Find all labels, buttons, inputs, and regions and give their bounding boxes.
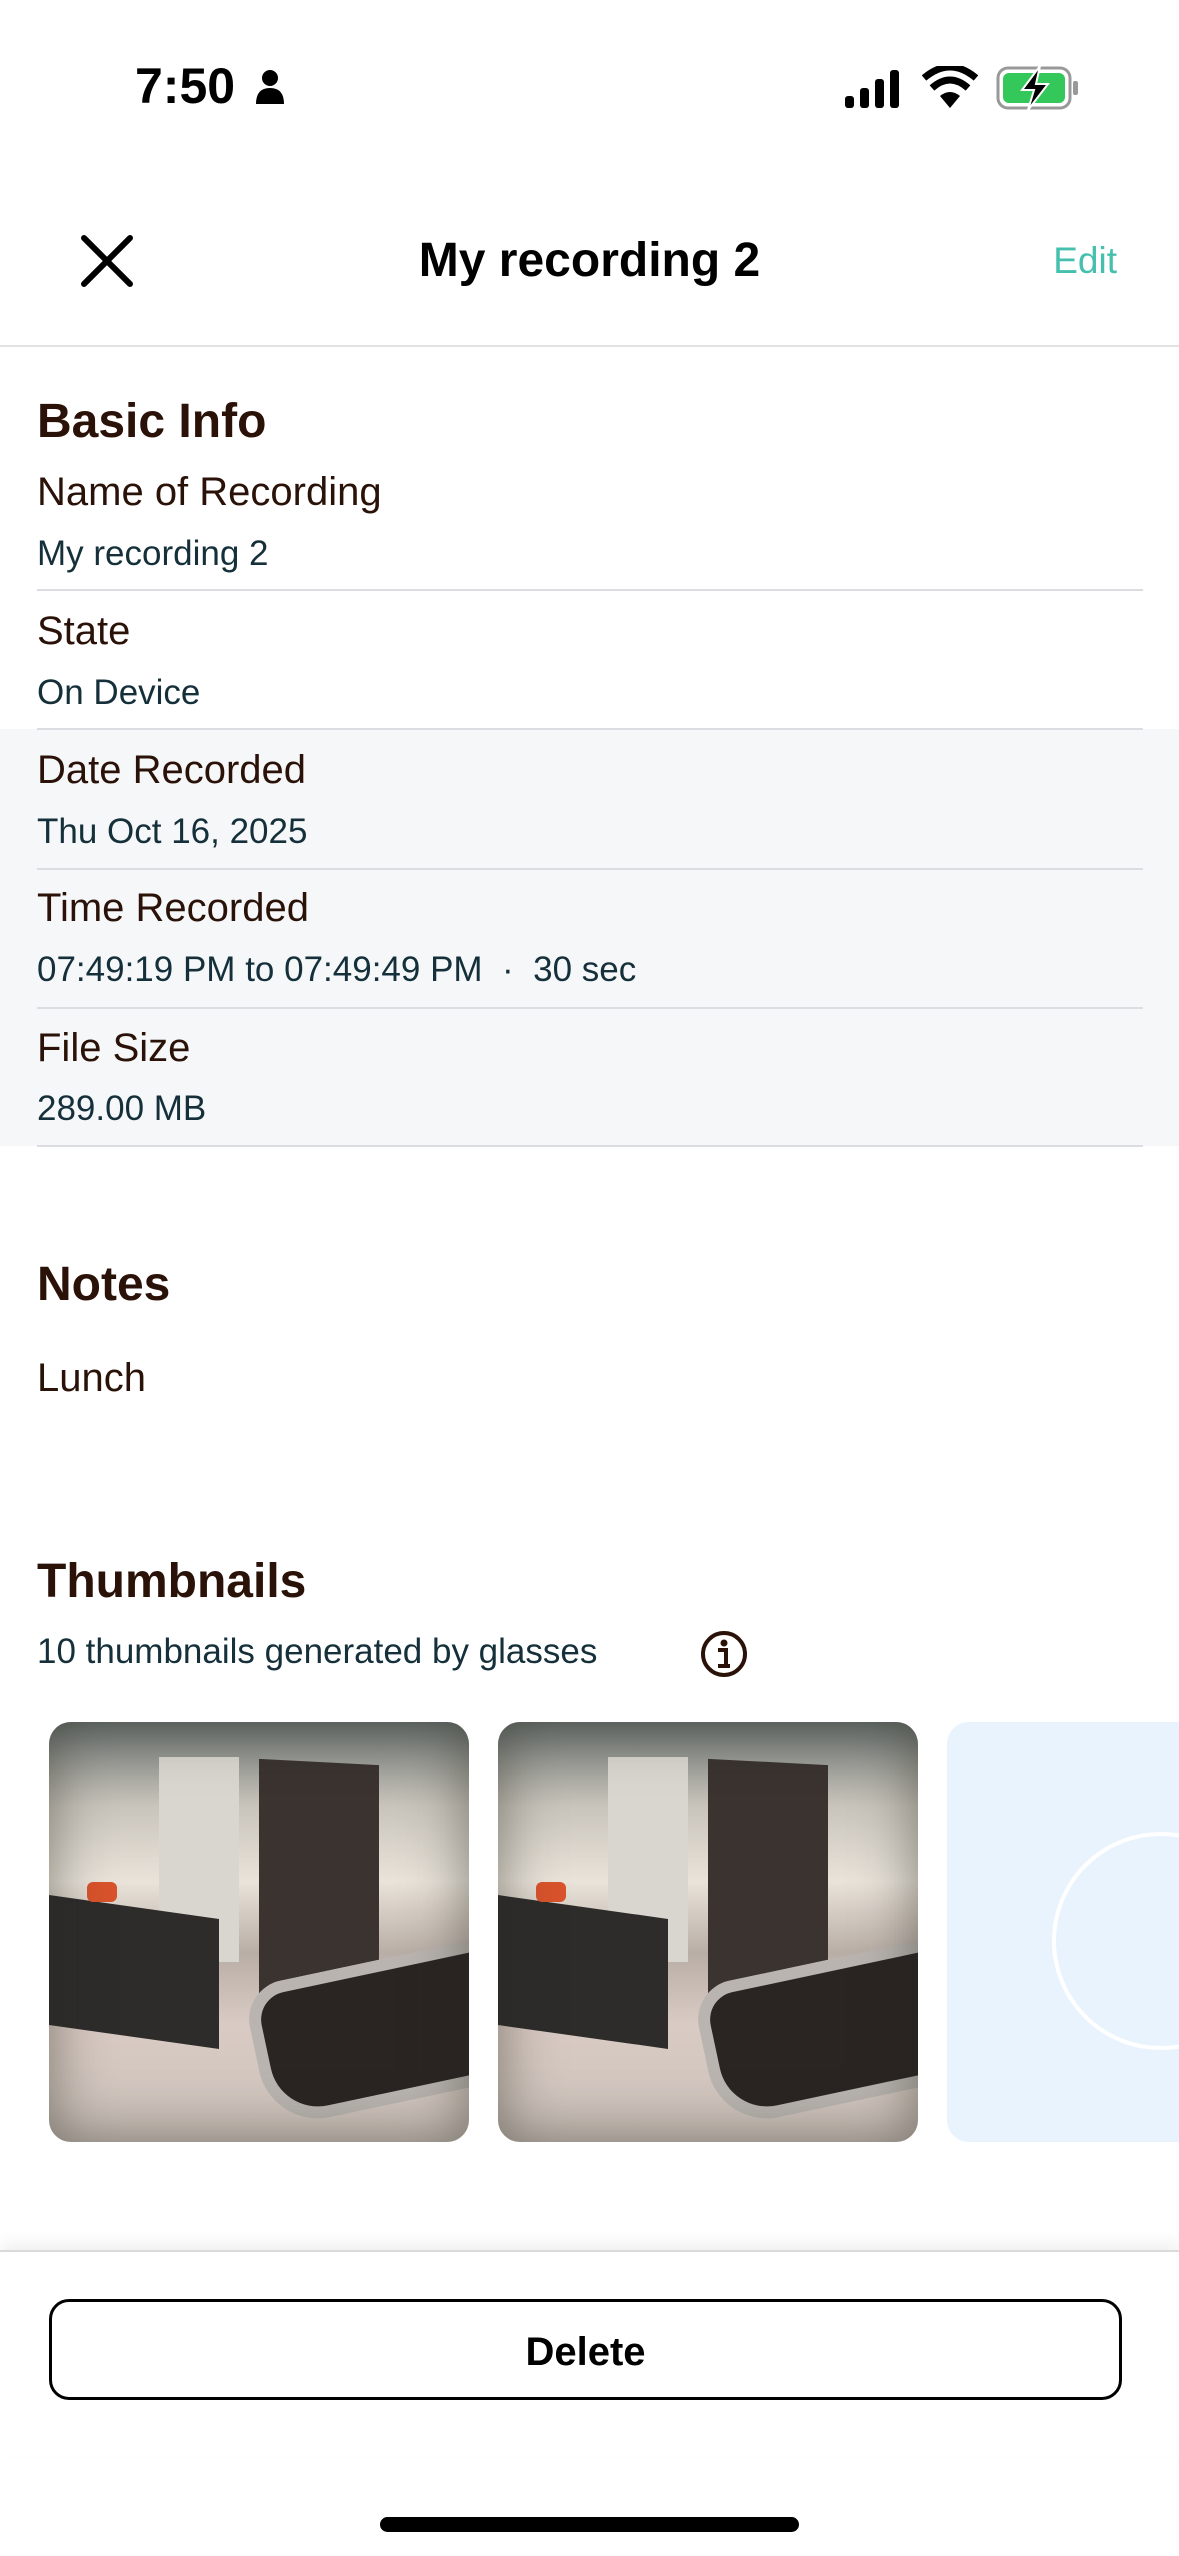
info-icon[interactable] [700,1630,748,1678]
field-label-size: File Size [37,1026,191,1070]
status-time-text: 7:50 [135,58,236,114]
loading-spinner-icon [1052,1832,1179,2050]
edit-button[interactable]: Edit [1053,240,1117,282]
field-value-time: 07:49:19 PM to 07:49:49 PM · 30 sec [37,950,637,989]
basic-info-heading: Basic Info [37,395,267,448]
field-value-size: 289.00 MB [37,1089,207,1128]
field-value-date: Thu Oct 16, 2025 [37,812,308,851]
row-divider [37,1007,1143,1009]
status-time: 7:50 [135,58,235,114]
thumbnail-image[interactable] [498,1722,918,2142]
row-divider [37,868,1143,870]
field-label-date: Date Recorded [37,748,307,792]
thumbnail-loading [947,1722,1179,2142]
delete-button[interactable]: Delete [49,2299,1122,2400]
row-divider [37,589,1143,591]
header-divider [0,345,1179,347]
thumbnails-heading: Thumbnails [37,1555,307,1608]
thumbnail-photo [49,1722,469,2142]
notes-text: Lunch [37,1356,146,1400]
field-label-state: State [37,609,131,653]
field-label-name: Name of Recording [37,470,382,514]
person-icon [256,70,284,104]
row-divider [37,728,1143,730]
thumbnails-subtitle: 10 thumbnails generated by glasses [37,1632,598,1671]
thumbnail-photo [498,1722,918,2142]
thumbnail-image[interactable] [49,1722,469,2142]
home-indicator[interactable] [380,2517,799,2532]
field-value-state: On Device [37,673,201,712]
cellular-signal-icon [845,70,899,108]
notes-heading: Notes [37,1258,171,1311]
field-value-name: My recording 2 [37,534,269,573]
field-label-time: Time Recorded [37,886,309,930]
wifi-icon [922,66,978,108]
page-title: My recording 2 [418,234,761,287]
battery-charging-icon [996,66,1078,110]
row-divider [37,1145,1143,1147]
